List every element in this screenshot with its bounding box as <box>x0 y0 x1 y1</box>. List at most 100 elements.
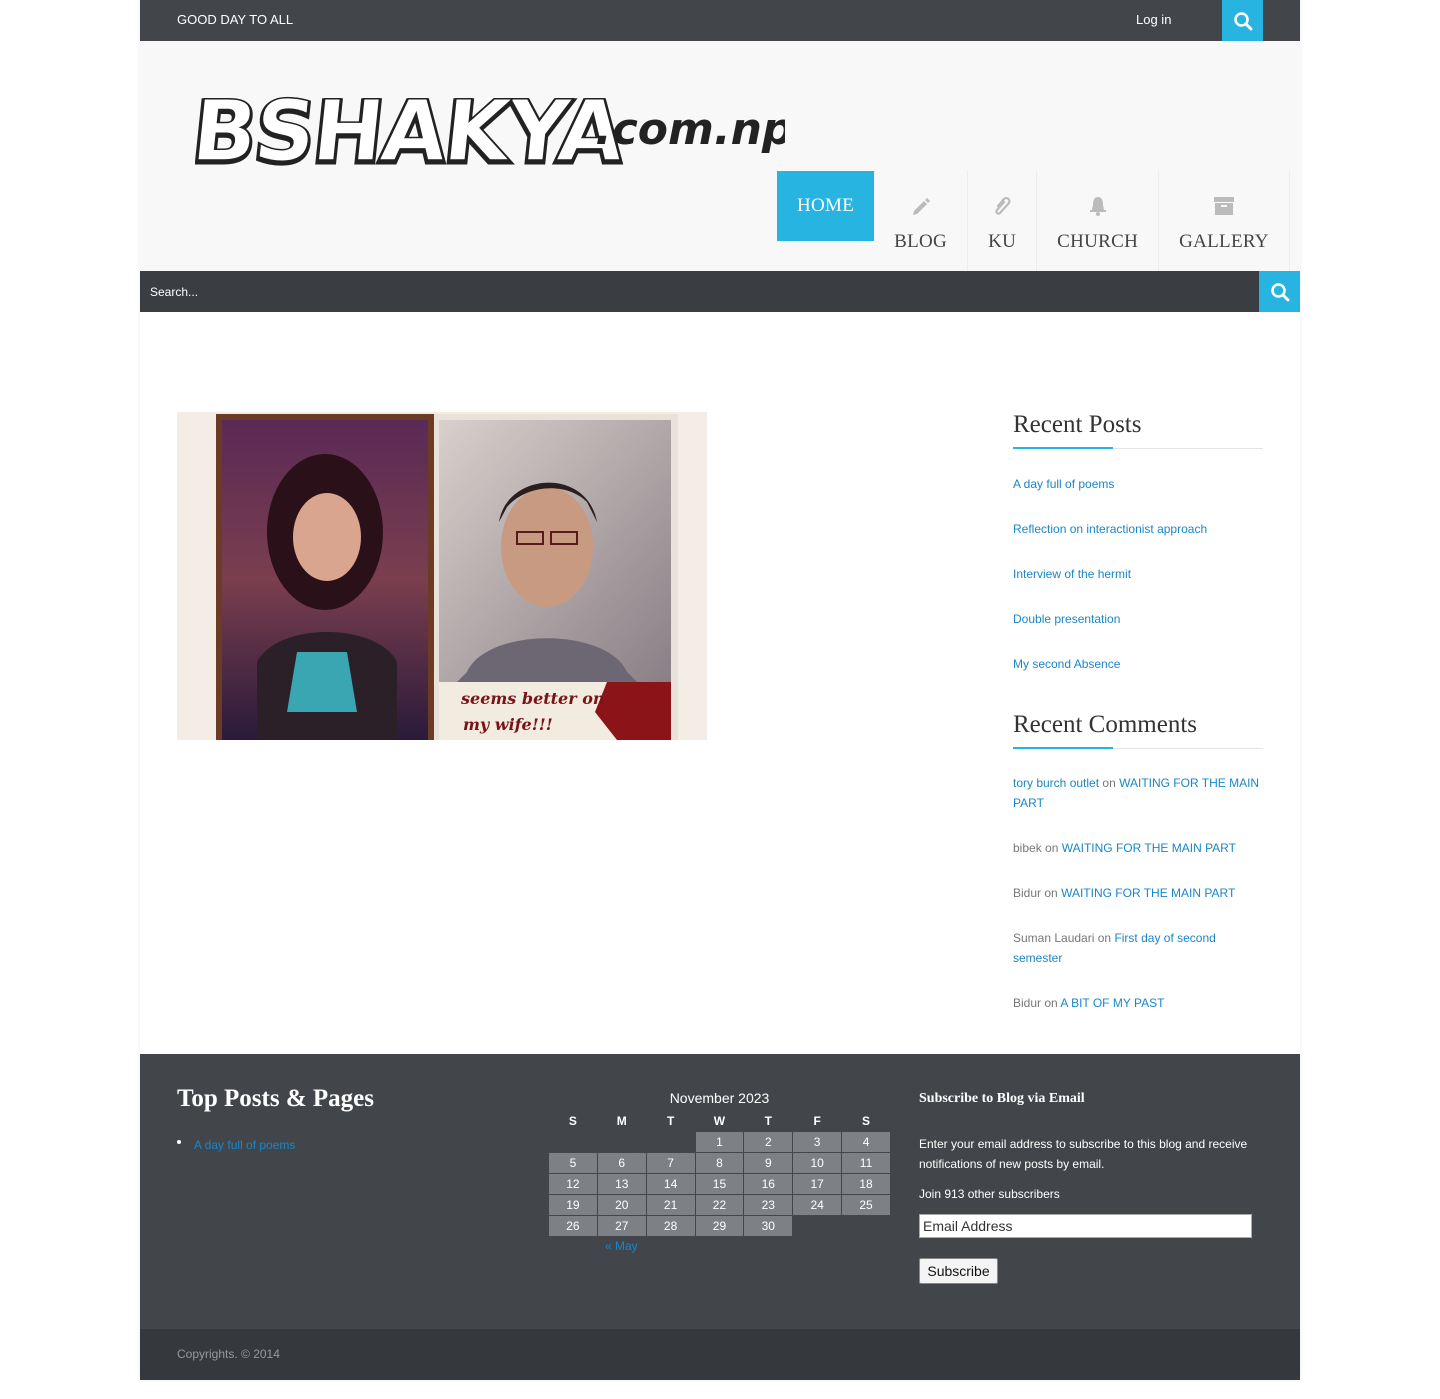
recent-comment: Bidur on WAITING FOR THE MAIN PART <box>1013 883 1263 903</box>
svg-text:my wife!!!: my wife!!! <box>463 715 553 734</box>
calendar-empty-cell <box>647 1132 695 1152</box>
search-icon <box>1233 11 1252 30</box>
recent-posts-title: Recent Posts <box>1013 411 1142 438</box>
calendar-day: 7 <box>646 1153 695 1173</box>
calendar: November 2023 S M T W T F S 1 2 3 4 5 6 7 8 9 10 1… <box>548 1090 891 1237</box>
comment-post-link[interactable]: WAITING FOR THE MAIN PART <box>1062 841 1236 855</box>
calendar-day: 16 <box>744 1174 793 1194</box>
comment-on: on <box>1044 886 1058 900</box>
calendar-empty-cell <box>842 1216 890 1236</box>
weekday: T <box>666 1114 675 1128</box>
recent-comment: bibek on WAITING FOR THE MAIN PART <box>1013 838 1263 858</box>
calendar-day: 5 <box>549 1153 597 1173</box>
comment-author: Bidur <box>1013 996 1042 1010</box>
subscribe-button[interactable]: Subscribe <box>919 1258 998 1284</box>
calendar-week: 19 20 21 22 23 24 25 <box>549 1195 890 1215</box>
calendar-day: 13 <box>597 1174 646 1194</box>
search-icon <box>1270 282 1289 301</box>
nav-home[interactable]: HOME <box>777 171 875 241</box>
search-input[interactable] <box>140 271 1259 312</box>
footer-widgets: Top Posts & Pages A day full of poems No… <box>140 1054 1300 1329</box>
divider-accent <box>1013 747 1113 749</box>
weekday: S <box>568 1114 577 1128</box>
nav-blog[interactable]: BLOG <box>874 171 969 271</box>
main-nav: HOME BLOG KU CHURCH GALLERY <box>777 171 1290 271</box>
calendar-empty-cell <box>793 1216 841 1236</box>
calendar-day: 21 <box>646 1195 695 1215</box>
pencil-icon <box>911 193 931 219</box>
search-bar <box>140 271 1300 312</box>
calendar-week: 26 27 28 29 30 <box>549 1216 890 1236</box>
divider-accent <box>1013 447 1113 449</box>
calendar-day: 2 <box>744 1132 793 1152</box>
calendar-caption: November 2023 <box>669 1090 770 1106</box>
calendar-body: 1 2 3 4 5 6 7 8 9 10 11 12 13 14 15 16 17 18 19 20 21 22 23 24 2… <box>549 1132 890 1236</box>
nav-gallery[interactable]: GALLERY <box>1159 171 1290 271</box>
recent-post-link[interactable]: A day full of poems <box>1013 477 1114 491</box>
recent-post-link[interactable]: Reflection on interactionist approach <box>1013 522 1207 536</box>
copyright-bar: Copyrights. © 2014 <box>140 1329 1300 1380</box>
paperclip-icon <box>992 193 1012 219</box>
weekday: S <box>862 1114 871 1128</box>
calendar-week: 5 6 7 8 9 10 11 <box>549 1153 890 1173</box>
site-logo[interactable]: BSHAKYA BSHAKYA .com.np <box>195 74 785 174</box>
calendar-day: 11 <box>842 1153 890 1173</box>
calendar-day: 12 <box>549 1174 597 1194</box>
nav-label: BLOG <box>894 231 948 252</box>
svg-text:.com.np: .com.np <box>595 104 785 155</box>
calendar-day: 28 <box>646 1216 695 1236</box>
subscribe-description: Enter your email address to subscribe to… <box>919 1137 1248 1171</box>
comment-on: on <box>1102 776 1116 790</box>
list-bullet <box>177 1140 181 1144</box>
recent-post-link[interactable]: Double presentation <box>1013 612 1120 626</box>
calendar-day: 19 <box>549 1195 597 1215</box>
calendar-day: 6 <box>597 1153 646 1173</box>
comment-author: Suman Laudari <box>1013 931 1095 945</box>
nav-ku[interactable]: KU <box>968 171 1038 271</box>
calendar-day: 14 <box>646 1174 695 1194</box>
recent-comments-title: Recent Comments <box>1013 711 1197 738</box>
comment-on: on <box>1097 931 1112 945</box>
page-wrapper: GOOD DAY TO ALL Log in BSHAKYA BSHAKYA .… <box>140 0 1300 1380</box>
top-bar: GOOD DAY TO ALL Log in <box>140 0 1300 41</box>
search-button[interactable] <box>1259 271 1300 312</box>
login-link[interactable]: Log in <box>1136 12 1171 27</box>
weekday: F <box>813 1114 821 1128</box>
calendar-day: 9 <box>744 1153 793 1173</box>
comment-post-link[interactable]: A BIT OF MY PAST <box>1060 996 1164 1010</box>
calendar-day: 30 <box>744 1216 793 1236</box>
recent-comment: Suman Laudari on First day of second sem… <box>1013 928 1263 968</box>
calendar-day: 25 <box>842 1195 890 1215</box>
site-header: BSHAKYA BSHAKYA .com.np HOME BLOG KU CHU… <box>140 41 1300 271</box>
top-search-button[interactable] <box>1222 0 1263 41</box>
nav-label: GALLERY <box>1179 231 1269 252</box>
calendar-empty-cell <box>598 1132 646 1152</box>
calendar-day: 4 <box>842 1132 890 1152</box>
calendar-day: 24 <box>793 1195 842 1215</box>
recent-post-link[interactable]: My second Absence <box>1013 657 1120 671</box>
weekday: W <box>713 1114 726 1128</box>
subscriber-count: Join 913 other subscribers <box>919 1187 1060 1201</box>
post-image[interactable]: seems better on my wife!!! <box>177 412 707 740</box>
svg-text:BSHAKYA: BSHAKYA <box>195 82 629 174</box>
comment-on: on <box>1044 996 1058 1010</box>
calendar-day: 29 <box>695 1216 744 1236</box>
calendar-day: 20 <box>597 1195 646 1215</box>
comment-author: Bidur <box>1013 886 1042 900</box>
weekday: T <box>764 1114 772 1128</box>
site-tagline: GOOD DAY TO ALL <box>177 12 294 27</box>
email-field[interactable] <box>919 1214 1252 1238</box>
recent-comment: Bidur on A BIT OF MY PAST <box>1013 993 1263 1013</box>
comment-author-link[interactable]: tory burch outlet <box>1013 776 1099 790</box>
calendar-day: 1 <box>695 1132 744 1152</box>
calendar-day: 8 <box>695 1153 744 1173</box>
calendar-prev-link[interactable]: « May <box>605 1239 638 1253</box>
top-post-link[interactable]: A day full of poems <box>194 1138 295 1152</box>
comment-post-link[interactable]: WAITING FOR THE MAIN PART <box>1061 886 1235 900</box>
nav-church[interactable]: CHURCH <box>1037 171 1160 271</box>
nav-label: CHURCH <box>1057 231 1139 252</box>
nav-label: HOME <box>797 195 855 216</box>
calendar-empty-cell <box>549 1132 597 1152</box>
recent-post-link[interactable]: Interview of the hermit <box>1013 567 1131 581</box>
calendar-weekdays: S M T W T F S <box>549 1111 890 1131</box>
